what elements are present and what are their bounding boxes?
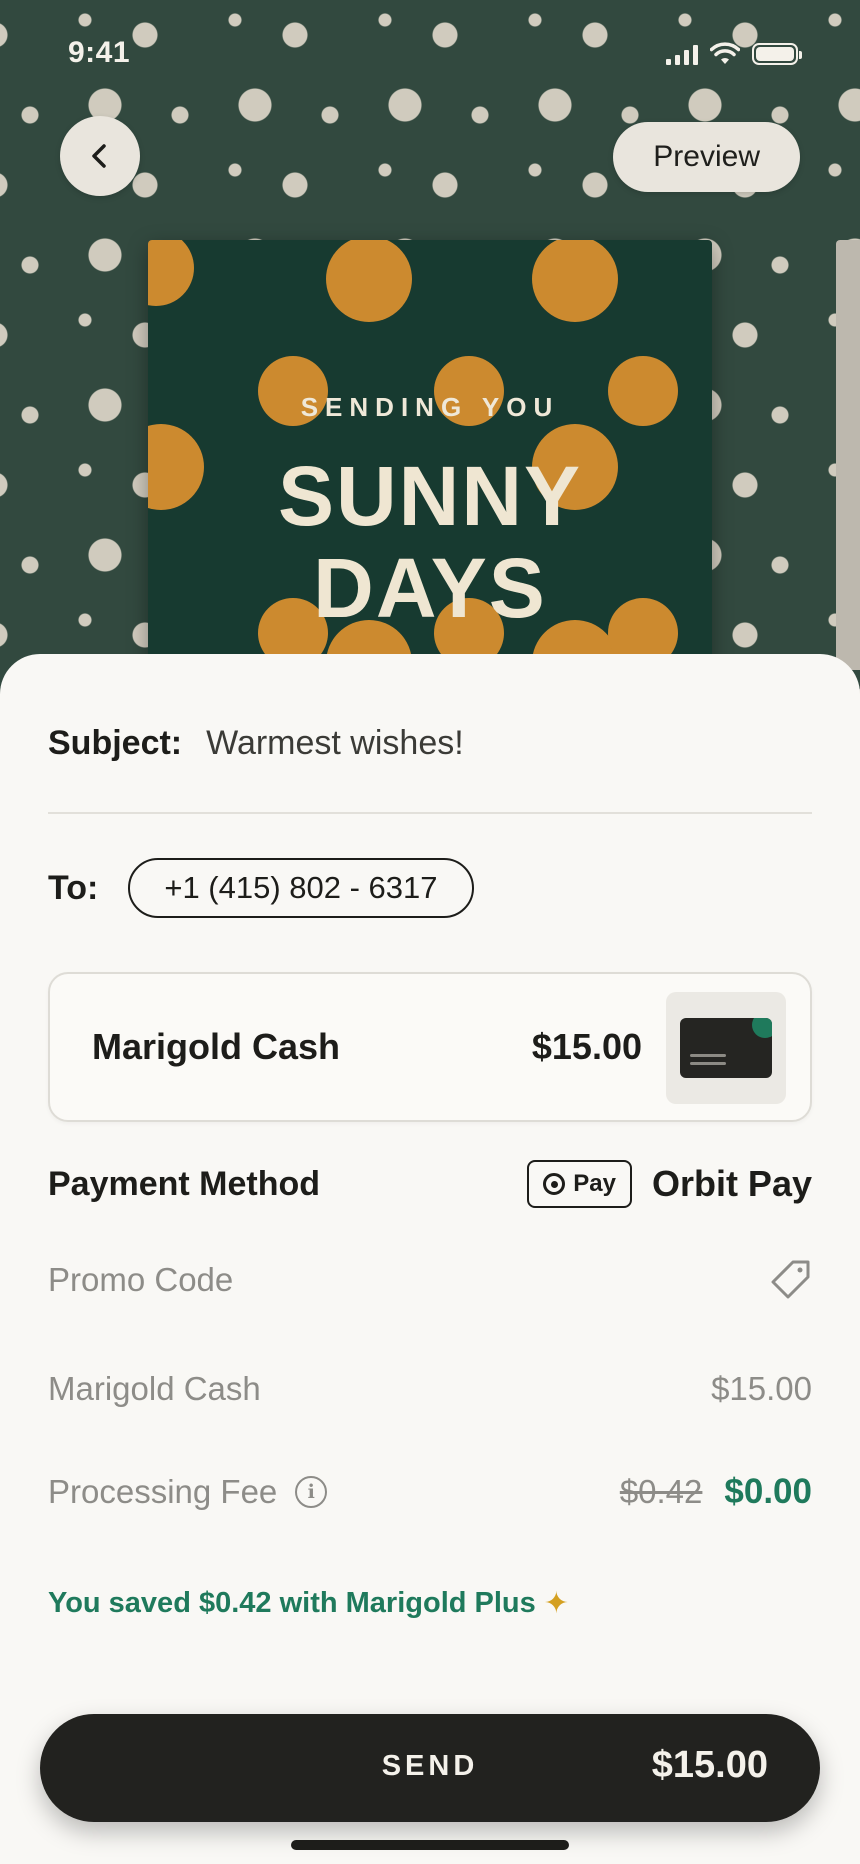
- payment-method-label: Payment Method: [48, 1164, 321, 1203]
- processing-fee-final: $0.00: [724, 1472, 812, 1511]
- savings-text: You saved $0.42 with Marigold Plus: [48, 1587, 536, 1619]
- recipient-phone-chip[interactable]: +1 (415) 802 - 6317: [128, 858, 474, 918]
- subtotal-label: Marigold Cash: [48, 1370, 261, 1407]
- card-kicker: SENDING YOU: [300, 392, 560, 422]
- payment-method-selector[interactable]: Pay Orbit Pay: [527, 1160, 812, 1208]
- product-price: $15.00: [531, 1026, 642, 1067]
- preview-button[interactable]: Preview: [613, 122, 800, 192]
- card-title-line2: DAYS: [313, 541, 547, 635]
- status-time: 9:41: [68, 36, 131, 69]
- subtotal-value: $15.00: [711, 1370, 812, 1407]
- chevron-left-icon: [92, 144, 106, 168]
- product-name: Marigold Cash: [92, 1026, 341, 1067]
- back-button[interactable]: [60, 116, 140, 196]
- tag-icon[interactable]: [768, 1258, 812, 1302]
- subtotal-row: Marigold Cash $15.00: [48, 1370, 812, 1408]
- processing-fee-original: $0.42: [619, 1473, 703, 1510]
- subject-row[interactable]: Subject: Warmest wishes!: [48, 724, 812, 763]
- payment-method-name: Orbit Pay: [651, 1163, 812, 1204]
- card-title: SUNNY DAYS: [0, 450, 860, 634]
- cellular-signal-icon: [666, 43, 698, 65]
- subject-input[interactable]: Warmest wishes!: [206, 724, 464, 763]
- checkout-sheet: Subject: Warmest wishes! To: +1 (415) 80…: [0, 654, 860, 1864]
- divider: [48, 812, 812, 814]
- card-dot: [532, 240, 618, 322]
- status-icons: [666, 42, 802, 66]
- subject-label: Subject:: [48, 724, 183, 762]
- card-dot: [148, 240, 194, 306]
- home-indicator: [291, 1840, 569, 1850]
- info-icon[interactable]: i: [295, 1476, 328, 1508]
- orbit-logo-icon: [543, 1173, 566, 1195]
- payment-method-row[interactable]: Payment Method Pay Orbit Pay: [48, 1160, 812, 1208]
- recipient-row: To: +1 (415) 802 - 6317: [48, 858, 474, 918]
- wifi-icon: [710, 42, 740, 64]
- promo-code-label: Promo Code: [48, 1261, 234, 1298]
- sparkle-icon: ✦: [543, 1587, 569, 1620]
- to-label: To:: [48, 868, 99, 907]
- processing-fee-row: Processing Fee i $0.42 $0.00: [48, 1472, 812, 1512]
- send-amount: $15.00: [651, 1744, 768, 1786]
- promo-code-row[interactable]: Promo Code: [48, 1258, 812, 1302]
- processing-fee-label: Processing Fee: [48, 1473, 278, 1510]
- battery-icon: [752, 43, 802, 65]
- product-summary[interactable]: Marigold Cash $15.00: [48, 972, 812, 1122]
- card-dot: [326, 240, 412, 322]
- gift-card-icon: [680, 1018, 772, 1078]
- processing-fee-left: Processing Fee i: [48, 1473, 328, 1511]
- card-title-line1: SUNNY: [277, 449, 583, 543]
- pay-badge-text: Pay: [573, 1170, 616, 1197]
- status-bar: 9:41: [0, 0, 860, 110]
- orbit-pay-badge: Pay: [527, 1160, 632, 1208]
- send-button[interactable]: SEND $15.00: [40, 1714, 820, 1822]
- processing-fee-values: $0.42 $0.00: [620, 1472, 812, 1512]
- savings-message: You saved $0.42 with Marigold Plus ✦: [48, 1586, 569, 1621]
- product-thumbnail: [666, 992, 786, 1104]
